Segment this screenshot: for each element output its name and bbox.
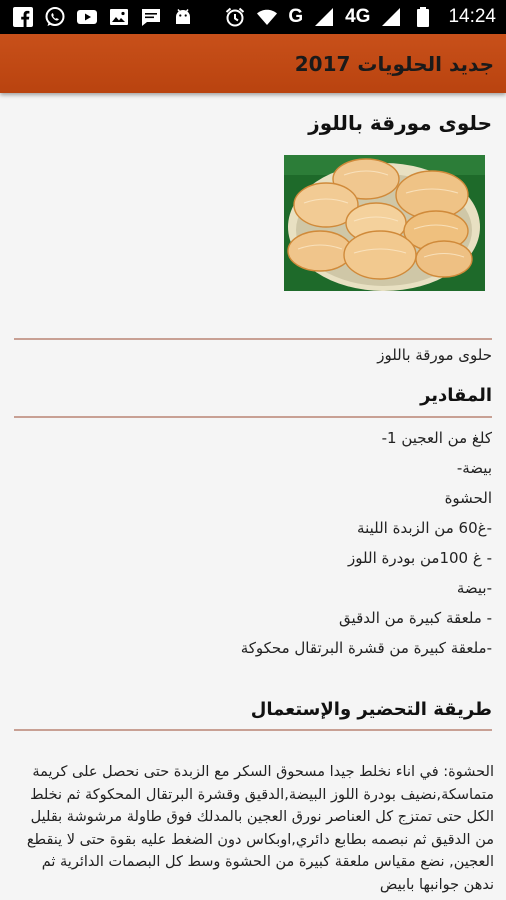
preparation-divider: [14, 729, 492, 731]
list-item: -بيضة: [456, 579, 492, 597]
list-item: بيضة-: [456, 459, 492, 477]
network-type-label-2: 4G: [345, 6, 371, 27]
messages-icon: [140, 6, 162, 28]
article-content[interactable]: حلوى مورقة باللوز حلوى مورقة باللوز المق…: [0, 93, 506, 900]
wifi-icon: [256, 6, 278, 28]
signal-icon: [313, 6, 335, 28]
list-item: -غ60 من الزبدة اللينة: [357, 519, 492, 537]
status-bar: G 4G 14:24: [0, 0, 506, 34]
app-bar: جديد الحلويات 2017: [0, 34, 506, 93]
facebook-icon: [12, 6, 34, 28]
article-title: حلوى مورقة باللوز: [308, 111, 492, 135]
list-item: - غ 100من بودرة اللوز: [348, 549, 492, 567]
list-item: - ملعقة كبيرة من الدقيق: [339, 609, 492, 627]
signal-icon-2: [380, 6, 402, 28]
recipe-subtitle: حلوى مورقة باللوز: [377, 346, 492, 364]
app-title: جديد الحلويات 2017: [294, 51, 494, 76]
notification-icons: [12, 6, 194, 28]
clock: 14:24: [448, 6, 496, 27]
whatsapp-icon: [44, 6, 66, 28]
network-type-label: G: [288, 6, 304, 27]
ingredients-list: كلغ من العجين 1- بيضة- الحشوة -غ60 من ال…: [22, 423, 492, 663]
preparation-heading: طريقة التحضير والإستعمال: [250, 699, 492, 720]
divider: [14, 338, 492, 340]
ingredients-heading: المقادير: [420, 385, 492, 406]
list-item: الحشوة: [444, 489, 492, 507]
list-item: -ملعقة كبيرة من قشرة البرتقال محكوكة: [240, 639, 492, 657]
recipe-photo: [284, 155, 485, 291]
image-icon: [108, 6, 130, 28]
list-item: كلغ من العجين 1-: [381, 429, 492, 447]
preparation-text: الحشوة: في اناء نخلط جيدا مسحوق السكر مع…: [26, 764, 494, 893]
ingredients-divider: [14, 416, 492, 418]
android-icon: [172, 6, 194, 28]
recipe-photo-image: [284, 155, 485, 291]
system-status: G 4G 14:24: [224, 6, 496, 28]
alarm-icon: [224, 6, 246, 28]
battery-icon: [412, 6, 434, 28]
youtube-icon: [76, 6, 98, 28]
